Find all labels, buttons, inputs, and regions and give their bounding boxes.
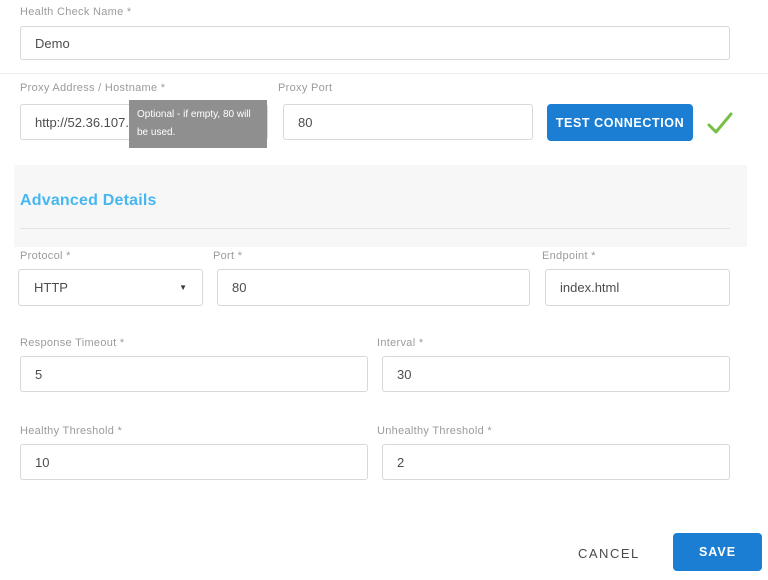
endpoint-label: Endpoint * [542,250,596,262]
proxy-port-input[interactable] [283,104,533,140]
protocol-label: Protocol * [20,250,71,262]
test-connection-button[interactable]: TEST CONNECTION [547,104,693,141]
proxy-address-label: Proxy Address / Hostname * [20,82,165,94]
interval-label: Interval * [377,337,423,349]
port-input[interactable] [217,269,530,306]
healthy-threshold-label: Healthy Threshold * [20,425,122,437]
healthy-threshold-input[interactable] [20,444,368,480]
top-divider [0,73,768,74]
protocol-select[interactable]: HTTP ▼ [18,269,203,306]
connection-success-check-icon [706,110,734,136]
health-check-form: Health Check Name * Proxy Address / Host… [0,0,768,580]
protocol-selected-value: HTTP [34,280,68,295]
cancel-button[interactable]: CANCEL [566,538,652,569]
response-timeout-label: Response Timeout * [20,337,124,349]
port-label: Port * [213,250,242,262]
health-check-name-input[interactable] [20,26,730,60]
advanced-details-title: Advanced Details [20,192,157,210]
unhealthy-threshold-input[interactable] [382,444,730,480]
unhealthy-threshold-label: Unhealthy Threshold * [377,425,492,437]
endpoint-input[interactable] [545,269,730,306]
interval-input[interactable] [382,356,730,392]
health-check-name-label: Health Check Name * [20,6,131,18]
advanced-details-section: Advanced Details [14,165,747,247]
caret-down-icon: ▼ [179,283,187,292]
section-divider [20,228,730,229]
proxy-port-tooltip: Optional - if empty, 80 will be used. [129,100,267,148]
save-button[interactable]: SAVE [673,533,762,571]
proxy-port-label: Proxy Port [278,82,332,94]
response-timeout-input[interactable] [20,356,368,392]
